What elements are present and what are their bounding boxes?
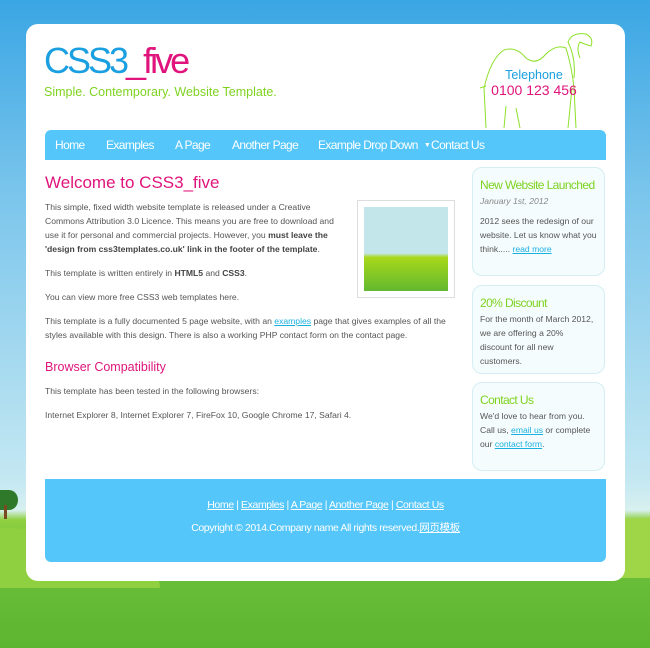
nav-another-page[interactable]: Another Page [232, 138, 299, 152]
section-heading: Browser Compatibility [45, 360, 166, 374]
page-title: Welcome to CSS3_five [45, 173, 220, 192]
footer-link-another-page[interactable]: Another Page [329, 499, 389, 511]
footer-link-contact-us[interactable]: Contact Us [396, 499, 444, 511]
footer-link-a-page[interactable]: A Page [291, 499, 323, 511]
sidebar-news: New Website Launched January 1st, 2012 2… [472, 167, 605, 276]
footer-links: Home | Examples | A Page | Another Page … [207, 499, 444, 511]
read-more-link[interactable]: read more [512, 244, 551, 254]
background-tree [0, 490, 18, 510]
nav-a-page[interactable]: A Page [175, 138, 211, 152]
footer-link-examples[interactable]: Examples [241, 499, 284, 511]
sidebar-contact: Contact Us We'd love to hear from you. C… [472, 382, 605, 471]
main-nav: Home Examples A Page Another Page Exampl… [45, 130, 606, 160]
email-us-link[interactable]: email us [511, 425, 543, 435]
nav-examples[interactable]: Examples [106, 138, 154, 152]
footer-link-home[interactable]: Home [207, 499, 234, 511]
nav-home[interactable]: Home [55, 138, 85, 152]
copyright: Copyright © 2014.Company name All rights… [191, 522, 460, 534]
background-tree-trunk [4, 505, 7, 519]
main-content: Welcome to CSS3_five This simple, fixed … [45, 173, 455, 432]
footer: Home | Examples | A Page | Another Page … [45, 479, 606, 562]
dropdown-arrow-icon: ▼ [423, 142, 431, 150]
nav-example-drop-down[interactable]: Example Drop Down ▼ [318, 138, 431, 152]
page-container: CSS3_five Simple. Contemporary. Website … [26, 24, 625, 581]
template-link[interactable]: 网页模板 [419, 522, 460, 534]
telephone-block: Telephone 0100 123 456 [491, 68, 577, 98]
landscape-image [357, 200, 455, 298]
contact-form-link[interactable]: contact form [495, 439, 542, 449]
examples-link[interactable]: examples [274, 316, 311, 326]
sidebar-discount: 20% Discount For the month of March 2012… [472, 285, 605, 374]
nav-contact-us[interactable]: Contact Us [431, 138, 485, 152]
site-logo[interactable]: CSS3_five [44, 40, 190, 82]
site-slogan: Simple. Contemporary. Website Template. [44, 85, 277, 99]
